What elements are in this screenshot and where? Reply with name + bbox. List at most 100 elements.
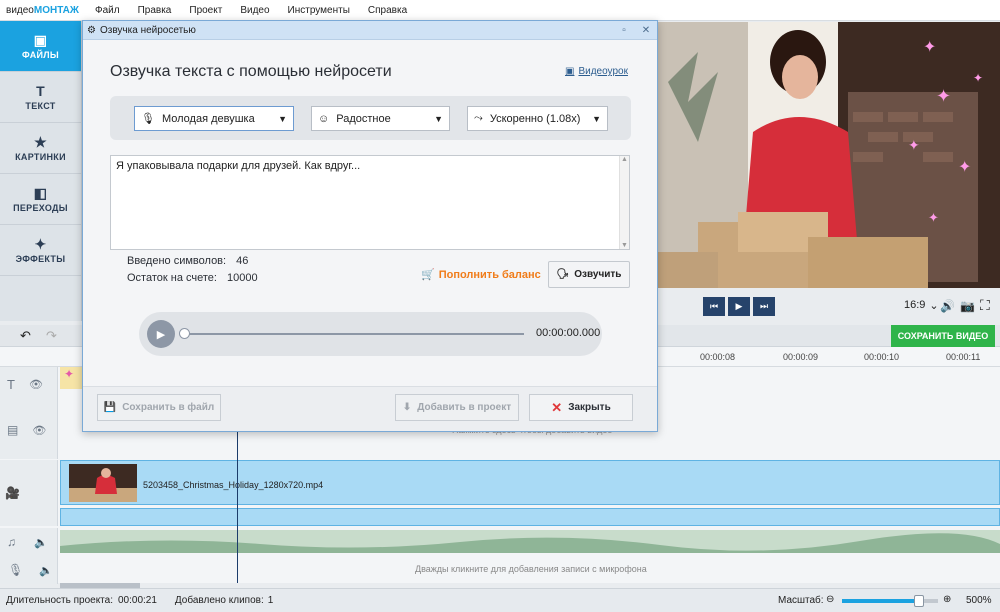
play-button[interactable]: ▶ bbox=[728, 297, 750, 316]
audio-progress-handle[interactable] bbox=[179, 328, 190, 339]
zoom-in-icon[interactable]: ⊕ bbox=[943, 594, 951, 605]
music-track-header: ♫ 🔈 bbox=[0, 528, 58, 556]
add-to-project-button[interactable]: ⬇ Добавить в проект bbox=[395, 394, 519, 421]
duration-label: Длительность проекта: bbox=[6, 595, 113, 606]
speaker-icon[interactable]: 🔈 bbox=[39, 564, 53, 577]
eye-icon[interactable]: 👁 bbox=[29, 378, 43, 391]
chevron-down-icon: ⌄ bbox=[929, 300, 939, 312]
film-icon: ▤ bbox=[7, 423, 19, 437]
menu-edit[interactable]: Правка bbox=[129, 5, 181, 16]
speed-select[interactable]: ⤳ Ускоренно (1.08x) ▼ bbox=[467, 106, 608, 131]
menu-help[interactable]: Справка bbox=[359, 5, 416, 16]
clip-name: 5203458_Christmas_Holiday_1280x720.mp4 bbox=[143, 480, 324, 490]
text-clip[interactable]: ✦ bbox=[60, 367, 82, 389]
preview-frame-image: ✦ ✦ ✦ ✦ ✦ ✦ bbox=[658, 22, 1000, 288]
dropdown-arrow-icon: ▼ bbox=[592, 113, 601, 124]
svg-text:✦: ✦ bbox=[923, 39, 936, 56]
status-bar: Длительность проекта: 00:00:21 Добавлено… bbox=[0, 588, 1000, 612]
video-preview[interactable]: ✦ ✦ ✦ ✦ ✦ ✦ bbox=[658, 22, 1000, 288]
svg-text:✦: ✦ bbox=[908, 137, 920, 153]
close-x-icon: ✕ bbox=[551, 399, 563, 415]
redo-icon[interactable]: ↷ bbox=[46, 328, 57, 344]
clips-value: 1 bbox=[267, 595, 274, 606]
audio-player: ▶ 00:00:00.000 bbox=[139, 312, 602, 356]
menu-file[interactable]: Файл bbox=[86, 5, 129, 16]
top-up-balance-link[interactable]: 🛒 Пополнить баланс bbox=[421, 268, 541, 282]
audio-progress-track[interactable] bbox=[183, 333, 524, 335]
audio-waveform[interactable] bbox=[60, 530, 1000, 553]
video-lesson-link[interactable]: ▣ Видеоурок bbox=[565, 66, 628, 77]
transitions-icon: ◧ bbox=[33, 184, 48, 201]
camera-icon[interactable]: 📷 bbox=[960, 299, 975, 313]
music-note-icon: ♫ bbox=[7, 535, 16, 549]
cart-icon: 🛒 bbox=[421, 269, 435, 281]
scroll-up-icon[interactable]: ▲ bbox=[621, 156, 628, 163]
dialog-heading: Озвучка текста с помощью нейросети bbox=[110, 63, 392, 80]
zoom-out-icon[interactable]: ⊖ bbox=[826, 594, 834, 605]
video-audio-strip[interactable] bbox=[60, 508, 1000, 526]
mood-select[interactable]: ☺ Радостное ▼ bbox=[311, 106, 450, 131]
zoom-slider-fill bbox=[842, 599, 919, 603]
voice-select[interactable]: 🎙 Молодая девушка ▼ bbox=[134, 106, 294, 131]
next-frame-button[interactable]: ⏭ bbox=[753, 297, 775, 316]
sidebar-item-label: ПЕРЕХОДЫ bbox=[13, 202, 68, 213]
voice-button[interactable]: 🗣 Озвучить bbox=[548, 261, 630, 288]
sidebar-item-transitions[interactable]: ◧ ПЕРЕХОДЫ bbox=[0, 174, 81, 225]
video-camera-icon: 🎥 bbox=[5, 486, 20, 500]
sidebar-item-label: КАРТИНКИ bbox=[15, 151, 66, 162]
save-to-file-button[interactable]: 💾 Сохранить в файл bbox=[97, 394, 221, 421]
chars-count: Введено символов: 46 bbox=[127, 255, 249, 267]
sidebar-item-label: ФАЙЛЫ bbox=[21, 49, 60, 60]
ruler-tick: 00:00:08 bbox=[700, 352, 736, 362]
folder-icon: ▣ bbox=[33, 31, 48, 48]
play-icon: ▶ bbox=[156, 328, 166, 341]
voice-settings-row: 🎙 Молодая девушка ▼ ☺ Радостное ▼ ⤳ Уско… bbox=[110, 96, 631, 140]
skip-back-icon: ⏮ bbox=[709, 301, 719, 311]
menu-tools[interactable]: Инструменты bbox=[279, 5, 359, 16]
dialog-titlebar: ⚙ Озвучка нейросетью ▫ ✕ bbox=[83, 21, 657, 40]
menu-bar: видеоМОНТАЖ Файл Правка Проект Видео Инс… bbox=[0, 0, 1000, 21]
fullscreen-icon[interactable]: ⛶ bbox=[980, 297, 990, 314]
maximize-icon[interactable]: ▫ bbox=[613, 21, 635, 40]
close-button[interactable]: ✕ Закрыть bbox=[529, 394, 633, 421]
voiceover-text-input[interactable]: Я упаковывала подарки для друзей. Как вд… bbox=[110, 155, 630, 250]
sidebar-item-images[interactable]: ★ КАРТИНКИ bbox=[0, 123, 81, 174]
menu-video[interactable]: Видео bbox=[231, 5, 278, 16]
app-logo: видеоМОНТАЖ bbox=[6, 4, 79, 16]
save-video-button[interactable]: СОХРАНИТЬ ВИДЕО bbox=[891, 325, 995, 347]
duration-value: 00:00:21 bbox=[117, 595, 157, 606]
scale-label: Масштаб: bbox=[778, 595, 824, 606]
scroll-down-icon[interactable]: ▼ bbox=[621, 242, 628, 249]
dropdown-arrow-icon: ▼ bbox=[434, 113, 443, 124]
textbox-scrollbar[interactable]: ▲ ▼ bbox=[619, 156, 629, 249]
speaker-icon[interactable]: 🔈 bbox=[34, 536, 48, 549]
prev-frame-button[interactable]: ⏮ bbox=[703, 297, 725, 316]
running-icon: ⤳ bbox=[474, 112, 483, 124]
sidebar-item-files[interactable]: ▣ ФАЙЛЫ bbox=[0, 21, 81, 72]
sidebar-item-text[interactable]: T ТЕКСТ bbox=[0, 72, 81, 123]
dropdown-arrow-icon: ▼ bbox=[278, 113, 287, 124]
dialog-footer: 💾 Сохранить в файл ⬇ Добавить в проект ✕… bbox=[83, 386, 657, 431]
aspect-ratio-select[interactable]: 16:9 ⌄ bbox=[904, 299, 939, 312]
eye-icon[interactable]: 👁 bbox=[32, 424, 46, 437]
microphone-icon: 🎙 bbox=[8, 563, 24, 577]
undo-icon[interactable]: ↶ bbox=[20, 328, 31, 344]
smile-icon: ☺ bbox=[318, 112, 330, 125]
zoom-slider-handle[interactable] bbox=[913, 595, 924, 607]
sidebar: ▣ ФАЙЛЫ T ТЕКСТ ★ КАРТИНКИ ◧ ПЕРЕХОДЫ ✦ … bbox=[0, 21, 82, 321]
magic-wand-icon: ✦ bbox=[34, 235, 47, 252]
zoom-slider[interactable] bbox=[842, 595, 938, 607]
balance: Остаток на счете: 10000 bbox=[127, 272, 258, 284]
svg-text:✦: ✦ bbox=[936, 86, 951, 106]
sidebar-item-effects[interactable]: ✦ ЭФФЕКТЫ bbox=[0, 225, 81, 276]
video-clip[interactable]: 5203458_Christmas_Holiday_1280x720.mp4 bbox=[60, 460, 1000, 505]
ruler-tick: 00:00:10 bbox=[864, 352, 900, 362]
volume-icon[interactable]: 🔊 bbox=[940, 299, 955, 313]
audio-time: 00:00:00.000 bbox=[536, 327, 601, 339]
menu-project[interactable]: Проект bbox=[180, 5, 231, 16]
save-disk-icon: 💾 bbox=[103, 402, 117, 413]
play-button[interactable]: ▶ bbox=[147, 320, 175, 348]
close-icon[interactable]: ✕ bbox=[635, 21, 657, 40]
dialog-title: Озвучка нейросетью bbox=[99, 24, 196, 36]
sparkle-icon: ✦ bbox=[64, 367, 75, 381]
